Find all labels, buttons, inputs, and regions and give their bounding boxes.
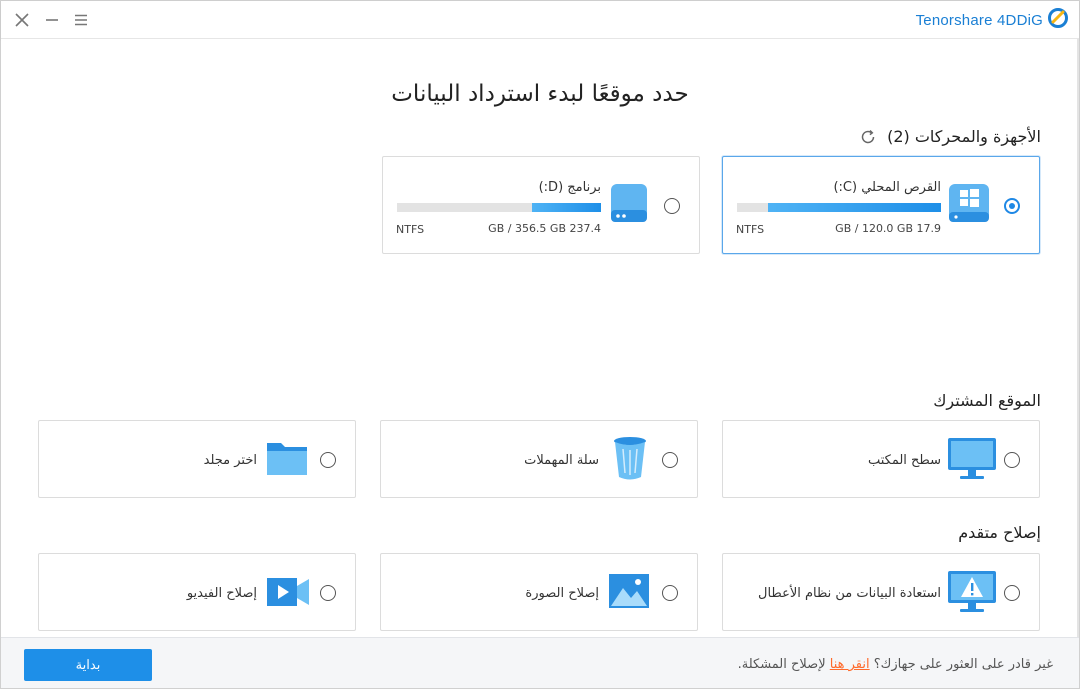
drive-d-usage-bar — [397, 203, 601, 212]
photo-icon — [605, 568, 655, 616]
location-recycle-bin[interactable]: سلة المهملات — [380, 420, 698, 498]
drive-c-name: القرص المحلي (C:) — [833, 180, 941, 195]
help-suffix: لإصلاح المشكلة. — [737, 657, 826, 672]
select-folder-radio[interactable] — [320, 452, 336, 468]
page-title: حدد موقعًا لبدء استرداد البيانات — [391, 81, 689, 107]
drive-d-radio[interactable] — [664, 198, 680, 214]
recycle-bin-label: سلة المهملات — [524, 453, 599, 468]
drive-c-radio[interactable] — [1004, 198, 1020, 214]
menu-icon[interactable] — [70, 9, 92, 31]
drive-c-filesystem: NTFS — [736, 223, 765, 236]
common-section-title: الموقع المشترك — [933, 391, 1041, 410]
repair-photo[interactable]: إصلاح الصورة — [380, 553, 698, 631]
footer: بداية غير قادر على العثور على جهازك؟ انق… — [1, 637, 1079, 688]
crashed-system-radio[interactable] — [1004, 585, 1020, 601]
devices-section-title: الأجهزة والمحركات (2) — [859, 127, 1041, 146]
main-content: حدد موقعًا لبدء استرداد البيانات الأجهزة… — [1, 39, 1079, 637]
help-link[interactable]: انقر هنا — [830, 657, 870, 672]
help-text: غير قادر على العثور على جهازك؟ انقر هنا … — [738, 657, 1053, 672]
repair-crashed-system[interactable]: استعادة البيانات من نظام الأعطال — [722, 553, 1040, 631]
desktop-icon — [947, 435, 997, 483]
devices-title-text: الأجهزة والمحركات (2) — [887, 127, 1041, 146]
title-bar: Tenorshare 4DDiG — [1, 1, 1079, 39]
crashed-system-label: استعادة البيانات من نظام الأعطال — [758, 586, 941, 601]
photo-repair-radio[interactable] — [662, 585, 678, 601]
desktop-radio[interactable] — [1004, 452, 1020, 468]
drive-c-usage-fill — [767, 203, 941, 212]
desktop-label: سطح المكتب — [867, 453, 941, 468]
drive-d-size: 237.4 GB / 356.5 GB — [488, 222, 601, 235]
refresh-icon[interactable] — [859, 128, 877, 146]
scrollbar[interactable] — [1077, 39, 1079, 637]
video-icon — [263, 568, 313, 616]
start-button[interactable]: بداية — [24, 649, 152, 681]
repair-section-title: إصلاح متقدم — [958, 523, 1041, 542]
close-icon[interactable] — [11, 9, 33, 31]
recycle-bin-icon — [605, 435, 655, 483]
video-repair-radio[interactable] — [320, 585, 336, 601]
brand-logo-icon — [1047, 7, 1069, 33]
windows-drive-icon — [947, 181, 991, 225]
drive-d-name: برنامج (D:) — [538, 180, 601, 195]
repair-video[interactable]: إصلاح الفيديو — [38, 553, 356, 631]
location-select-folder[interactable]: اختر مجلد — [38, 420, 356, 498]
photo-repair-label: إصلاح الصورة — [525, 586, 599, 601]
drive-c-size: 17.9 GB / 120.0 GB — [835, 222, 941, 235]
folder-icon — [263, 435, 313, 483]
drive-icon — [607, 181, 651, 225]
crashed-system-icon — [947, 568, 997, 616]
video-repair-label: إصلاح الفيديو — [186, 586, 257, 601]
recycle-bin-radio[interactable] — [662, 452, 678, 468]
brand: Tenorshare 4DDiG — [915, 7, 1069, 33]
help-prefix: غير قادر على العثور على جهازك؟ — [873, 657, 1053, 672]
drive-d-filesystem: NTFS — [396, 223, 425, 236]
drive-card-d[interactable]: برنامج (D:) NTFS 237.4 GB / 356.5 GB — [382, 156, 700, 254]
drive-d-usage-fill — [531, 203, 601, 212]
location-desktop[interactable]: سطح المكتب — [722, 420, 1040, 498]
drive-c-usage-bar — [737, 203, 941, 212]
brand-name: Tenorshare 4DDiG — [915, 11, 1043, 29]
app-window: Tenorshare 4DDiG حدد موقعًا لبدء استرداد… — [0, 0, 1080, 689]
minimize-icon[interactable] — [41, 9, 63, 31]
drive-card-c[interactable]: القرص المحلي (C:) NTFS 17.9 GB / 120.0 G… — [722, 156, 1040, 254]
select-folder-label: اختر مجلد — [203, 453, 257, 468]
